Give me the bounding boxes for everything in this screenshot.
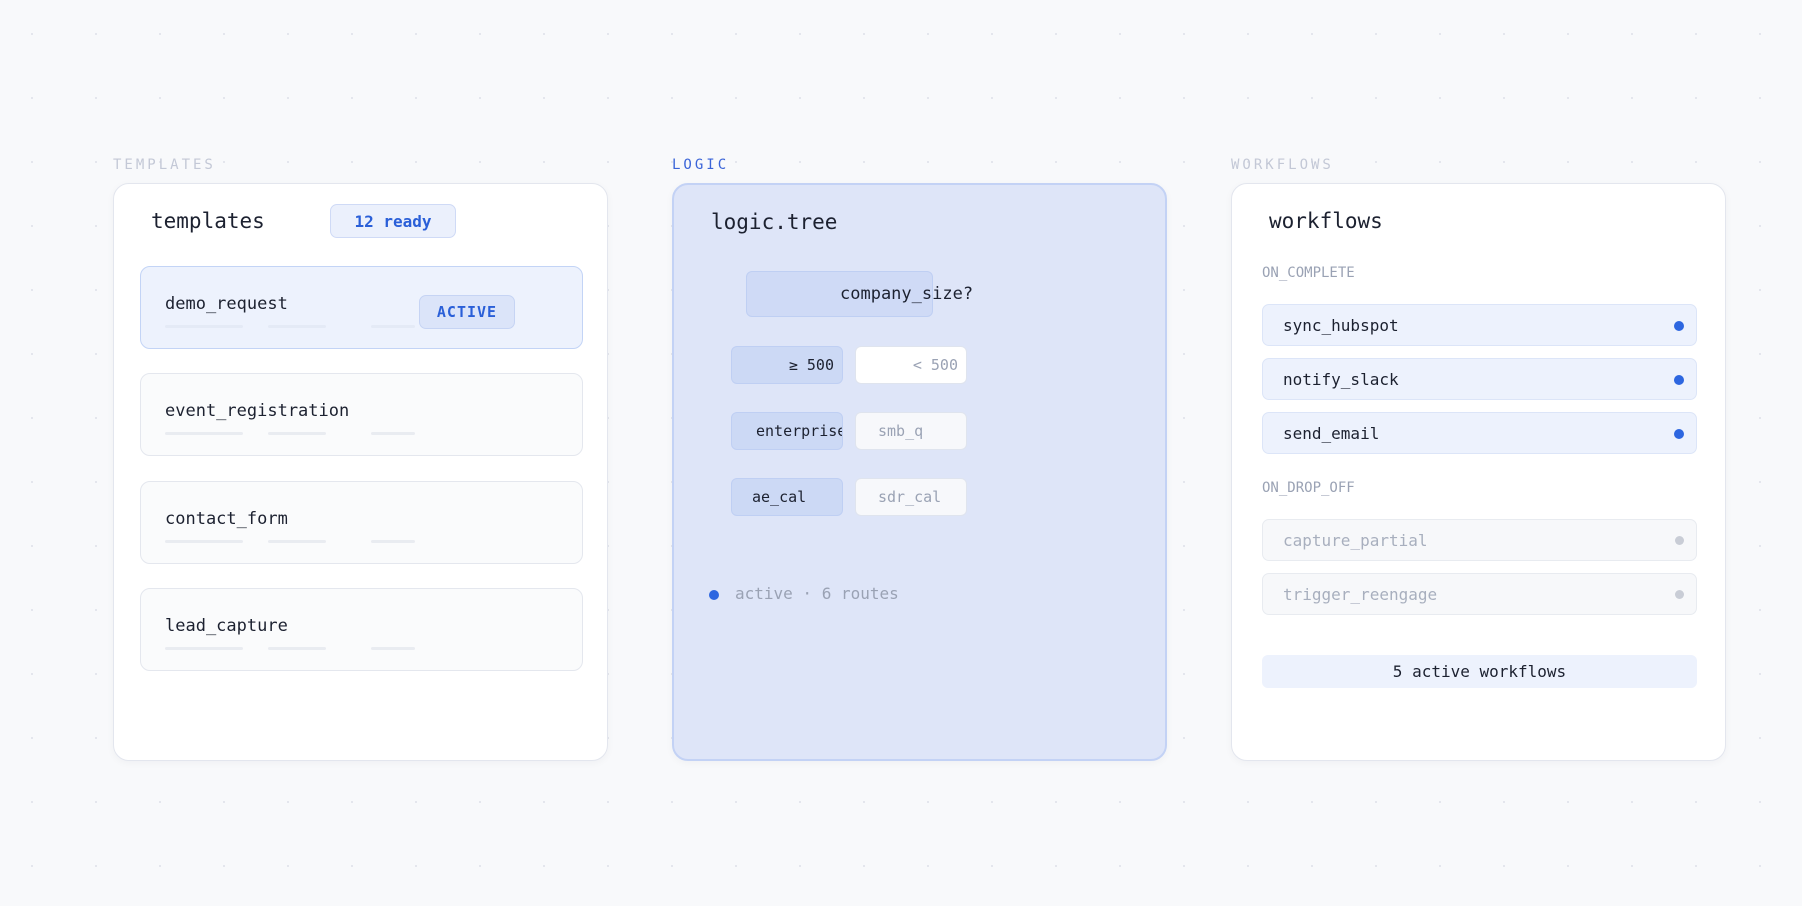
template-name: demo_request (165, 294, 288, 314)
templates-section-label: TEMPLATES (113, 157, 216, 173)
workflow-send-email[interactable]: send_email (1262, 412, 1697, 454)
branch-gte-500[interactable]: ≥ 500 (731, 346, 843, 384)
workflow-name: send_email (1283, 423, 1380, 443)
placeholder-bar (371, 325, 415, 328)
workflow-sync-hubspot[interactable]: sync_hubspot (1262, 304, 1697, 346)
placeholder-bar (165, 325, 243, 328)
logic-root-node[interactable]: company_size? (746, 271, 973, 317)
active-status-badge: ACTIVE (419, 295, 515, 329)
logic-panel: logic.tree company_size? ≥ 500 < 500 ent… (672, 183, 1167, 761)
active-workflows-summary: 5 active workflows (1262, 655, 1697, 688)
placeholder-bar (268, 540, 326, 543)
node-enterprise-q[interactable]: enterprise_q (731, 412, 843, 450)
placeholder-bar (165, 432, 243, 435)
workflow-name: trigger_reengage (1283, 584, 1438, 604)
status-dot-icon (1675, 536, 1684, 545)
node-smb-q[interactable]: smb_q (855, 412, 967, 450)
template-card-contact-form[interactable]: contact_form (140, 481, 583, 564)
logic-section-label: LOGIC (672, 157, 730, 173)
status-dot-icon (1675, 590, 1684, 599)
status-dot-icon (1674, 321, 1684, 331)
template-card-lead-capture[interactable]: lead_capture (140, 588, 583, 671)
status-dot-icon (1674, 429, 1684, 439)
workflow-trigger-reengage[interactable]: trigger_reengage (1262, 573, 1697, 615)
on-complete-label: ON_COMPLETE (1262, 265, 1355, 281)
workflow-notify-slack[interactable]: notify_slack (1262, 358, 1697, 400)
placeholder-bar (371, 540, 415, 543)
templates-panel: templates 12 ready demo_request ACTIVE e… (113, 183, 608, 761)
placeholder-bar (268, 647, 326, 650)
ready-count-badge: 12 ready (330, 204, 456, 238)
node-sdr-cal[interactable]: sdr_cal (855, 478, 967, 516)
workflow-capture-partial[interactable]: capture_partial (1262, 519, 1697, 561)
logic-status-text: active · 6 routes (735, 584, 899, 603)
status-dot-icon (1674, 375, 1684, 385)
on-drop-off-label: ON_DROP_OFF (1262, 480, 1355, 496)
workflow-name: sync_hubspot (1283, 315, 1399, 335)
active-status-dot (709, 590, 719, 600)
placeholder-bar (165, 540, 243, 543)
branch-lt-500[interactable]: < 500 (855, 346, 967, 384)
templates-title: templates (151, 209, 265, 233)
template-name: contact_form (165, 509, 288, 529)
node-ae-cal[interactable]: ae_cal (731, 478, 843, 516)
template-card-event-registration[interactable]: event_registration (140, 373, 583, 456)
workflows-section-label: WORKFLOWS (1231, 157, 1334, 173)
workflow-name: capture_partial (1283, 530, 1428, 550)
placeholder-bar (268, 325, 326, 328)
workflow-name: notify_slack (1283, 369, 1399, 389)
template-name: event_registration (165, 401, 350, 421)
template-name: lead_capture (165, 616, 288, 636)
logic-title: logic.tree (711, 210, 838, 234)
workflows-title: workflows (1269, 209, 1383, 233)
placeholder-bar (371, 647, 415, 650)
placeholder-bar (165, 647, 243, 650)
placeholder-bar (268, 432, 326, 435)
template-card-demo-request[interactable]: demo_request ACTIVE (140, 266, 583, 349)
workflows-panel: workflows ON_COMPLETE sync_hubspot notif… (1231, 183, 1726, 761)
placeholder-bar (371, 432, 415, 435)
